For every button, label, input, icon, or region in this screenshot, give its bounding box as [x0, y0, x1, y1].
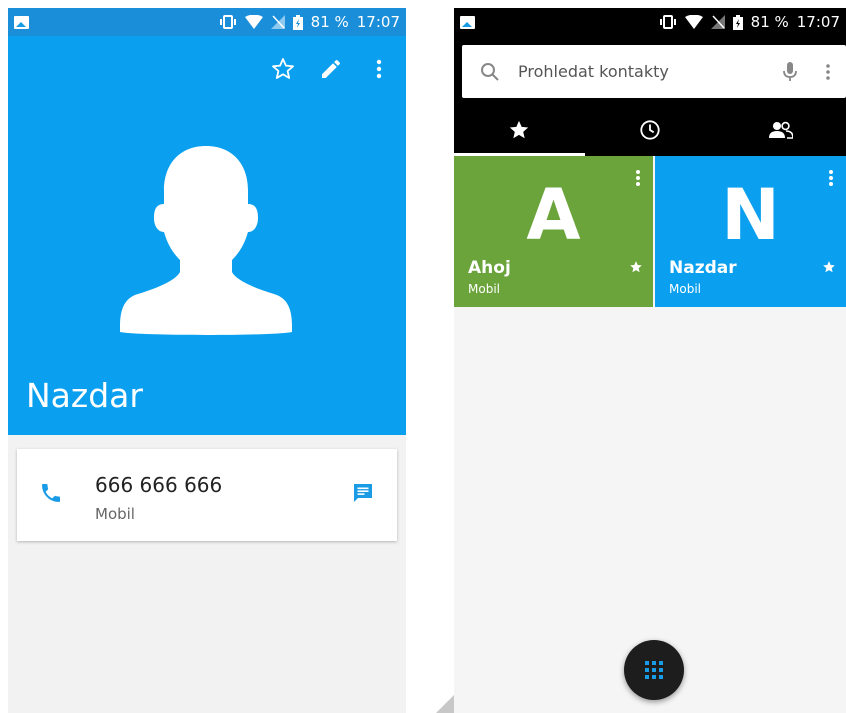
image-notification-icon: [460, 15, 475, 29]
status-bar: 81 % 17:07: [8, 8, 406, 36]
tile-letter: N: [721, 174, 780, 256]
status-bar: 81 % 17:07: [454, 8, 846, 36]
person-avatar-icon: [120, 146, 292, 335]
wifi-icon: [244, 15, 263, 29]
vibrate-icon: [219, 15, 236, 29]
search-icon: [481, 62, 499, 81]
more-vert-icon: [826, 63, 830, 80]
contact-header: Nazdar: [8, 36, 406, 435]
tab-bar: [454, 103, 846, 156]
dialpad-icon: [645, 661, 663, 679]
phone-icon[interactable]: [39, 481, 63, 505]
favorites-screen: 81 % 17:07 Prohledat kontakty A Ahoj Mob…: [454, 8, 846, 713]
wifi-icon: [684, 15, 703, 29]
message-icon[interactable]: [351, 481, 375, 505]
tab-favorites[interactable]: [454, 103, 585, 156]
tile-name: Ahoj: [468, 258, 511, 278]
favorite-button[interactable]: [270, 56, 296, 82]
battery-icon: [292, 14, 303, 30]
signal-icon: [710, 15, 725, 29]
search-icon-wrap: [462, 62, 518, 82]
star-icon: [823, 261, 835, 273]
clock-icon: [640, 119, 660, 140]
tile-type: Mobil: [468, 282, 500, 296]
contact-detail-screen: 81 % 17:07 Nazdar 666 666 666 Mobil: [8, 8, 406, 713]
image-notification-icon: [14, 15, 29, 29]
battery-percent: 81 %: [750, 13, 789, 31]
contact-name: Nazdar: [26, 376, 143, 415]
star-icon: [630, 261, 642, 273]
tile-name: Nazdar: [669, 258, 737, 278]
search-bar[interactable]: Prohledat kontakty: [462, 45, 846, 98]
search-input[interactable]: Prohledat kontakty: [518, 62, 770, 81]
dialpad-button[interactable]: [624, 640, 684, 700]
top-bar: 81 % 17:07 Prohledat kontakty: [454, 8, 846, 156]
header-actions: [270, 56, 392, 82]
clock-time: 17:07: [356, 13, 400, 31]
star-outline-icon: [272, 58, 294, 79]
tab-recents[interactable]: [585, 103, 716, 156]
tile-type: Mobil: [669, 282, 701, 296]
phone-number: 666 666 666: [95, 473, 223, 497]
people-icon: [768, 121, 793, 139]
pencil-icon: [322, 60, 340, 78]
edit-button[interactable]: [318, 56, 344, 82]
phone-type-label: Mobil: [95, 505, 135, 523]
voice-search-button[interactable]: [770, 61, 810, 83]
tab-contacts[interactable]: [715, 103, 846, 156]
favorites-grid: A Ahoj Mobil N Nazdar Mobil: [454, 156, 846, 307]
battery-percent: 81 %: [310, 13, 349, 31]
battery-icon: [732, 14, 743, 30]
clock-time: 17:07: [796, 13, 840, 31]
more-options-button[interactable]: [366, 56, 392, 82]
more-vert-icon: [376, 59, 382, 79]
vibrate-icon: [659, 15, 676, 29]
favorite-tile-nazdar[interactable]: N Nazdar Mobil: [655, 156, 846, 307]
signal-icon: [270, 15, 285, 29]
phone-entry-card[interactable]: 666 666 666 Mobil: [17, 449, 397, 541]
tile-letter: A: [526, 174, 581, 256]
microphone-icon: [783, 61, 797, 81]
search-more-button[interactable]: [810, 62, 846, 82]
star-icon: [510, 120, 529, 138]
corner-decoration: [436, 695, 454, 713]
favorite-tile-ahoj[interactable]: A Ahoj Mobil: [454, 156, 653, 307]
